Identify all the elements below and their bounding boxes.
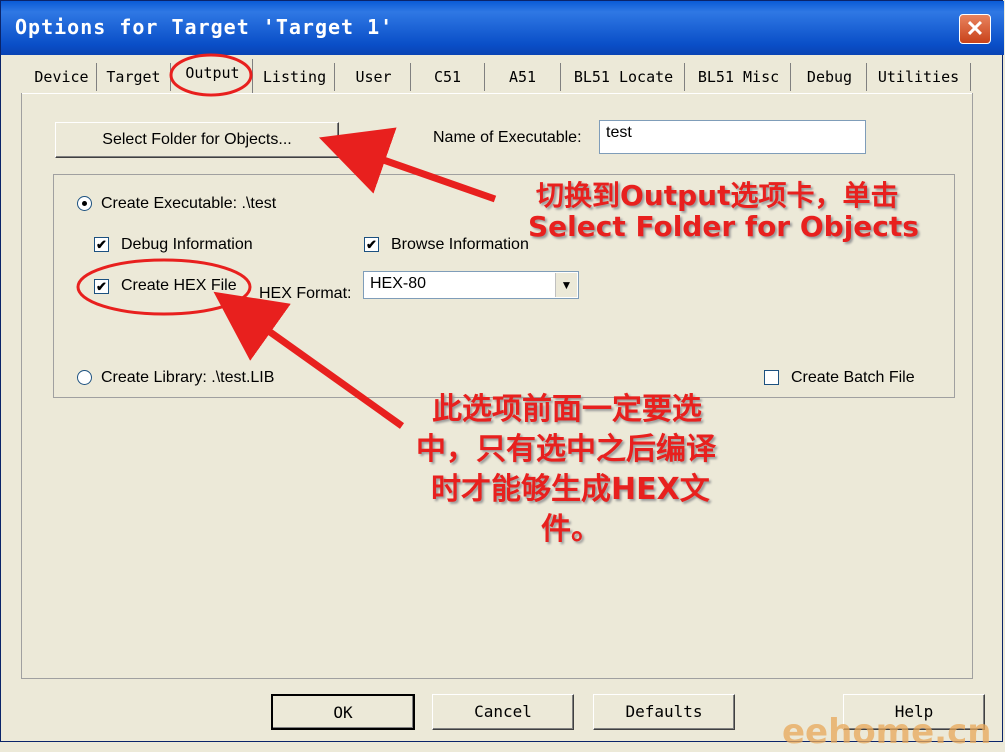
create-batch-label: Create Batch File xyxy=(791,369,915,386)
annotation-note-1-line2: Select Folder for Objects xyxy=(528,210,919,243)
tab-a51[interactable]: A51 xyxy=(485,63,561,91)
check-icon: ✔ xyxy=(96,237,107,252)
tab-bl51-misc[interactable]: BL51 Misc xyxy=(687,63,791,91)
watermark: eehome.cn xyxy=(782,712,992,752)
check-icon: ✔ xyxy=(96,279,107,294)
chevron-down-icon[interactable]: ▼ xyxy=(555,273,577,297)
debug-info-label: Debug Information xyxy=(121,236,253,253)
tab-debug[interactable]: Debug xyxy=(793,63,867,91)
create-library-label: Create Library: .\test.LIB xyxy=(101,369,275,386)
window-title: Options for Target 'Target 1' xyxy=(15,15,394,39)
browse-info-label: Browse Information xyxy=(391,236,529,253)
tab-target[interactable]: Target xyxy=(97,63,171,91)
annotation-note-2-line2: 中，只有选中之后编译 xyxy=(416,432,716,467)
annotation-note-2-line4: 件。 xyxy=(541,512,601,547)
select-folder-button[interactable]: Select Folder for Objects... xyxy=(55,122,339,158)
annotation-note-2-line1: 此选项前面一定要选 xyxy=(432,392,702,427)
create-batch-checkbox[interactable] xyxy=(764,370,779,385)
tab-c51[interactable]: C51 xyxy=(411,63,485,91)
debug-info-checkbox[interactable]: ✔ xyxy=(94,237,109,252)
check-icon: ✔ xyxy=(366,237,377,252)
name-of-executable-label: Name of Executable: xyxy=(433,129,582,146)
options-dialog: Options for Target 'Target 1' ✕ Device T… xyxy=(0,0,1004,742)
hex-format-value: HEX-80 xyxy=(370,275,427,292)
defaults-button[interactable]: Defaults xyxy=(593,694,735,730)
cancel-button[interactable]: Cancel xyxy=(432,694,574,730)
browse-info-checkbox[interactable]: ✔ xyxy=(364,237,379,252)
title-bar[interactable]: Options for Target 'Target 1' ✕ xyxy=(1,1,1004,55)
hex-format-label: HEX Format: xyxy=(259,285,352,302)
annotation-note-1-line1: 切换到Output选项卡，单击 xyxy=(536,179,899,212)
executable-name-input[interactable]: test xyxy=(599,120,866,154)
annotation-note-2-line3: 时才能够生成HEX文 xyxy=(431,472,710,507)
ok-button[interactable]: OK xyxy=(271,694,415,730)
tab-strip: Device Target Output Listing User C51 A5… xyxy=(1,59,1004,95)
create-executable-radio[interactable] xyxy=(77,196,92,211)
close-button[interactable]: ✕ xyxy=(959,14,991,44)
hex-format-select[interactable]: HEX-80 ▼ xyxy=(363,271,579,299)
create-hex-label: Create HEX File xyxy=(121,277,237,294)
tab-device[interactable]: Device xyxy=(27,63,97,91)
tab-bl51-locate[interactable]: BL51 Locate xyxy=(563,63,685,91)
tab-utilities[interactable]: Utilities xyxy=(867,63,971,91)
create-executable-label: Create Executable: .\test xyxy=(101,195,277,212)
create-library-radio[interactable] xyxy=(77,370,92,385)
tab-listing[interactable]: Listing xyxy=(255,63,335,91)
radio-dot-icon xyxy=(82,201,87,206)
create-hex-checkbox[interactable]: ✔ xyxy=(94,279,109,294)
close-icon: ✕ xyxy=(965,16,985,41)
tab-output[interactable]: Output xyxy=(173,59,253,93)
tab-user[interactable]: User xyxy=(337,63,411,91)
